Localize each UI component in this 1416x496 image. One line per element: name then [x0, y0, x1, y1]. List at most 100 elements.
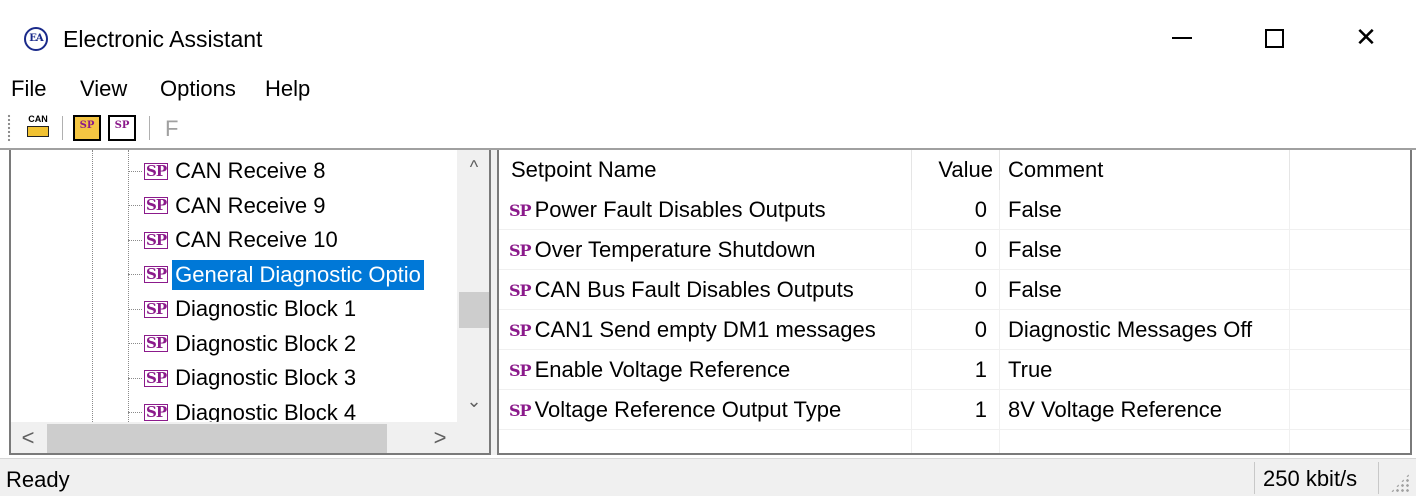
column-header-filler [1290, 150, 1410, 190]
column-header-value[interactable]: Value [912, 150, 1000, 190]
tree-item[interactable]: SP CAN Receive 9 [128, 189, 329, 223]
tree-item[interactable]: SP Diagnostic Block 3 [128, 361, 359, 395]
setpoint-row[interactable]: SP Voltage Reference Output Type 1 8V Volta… [499, 390, 1410, 430]
setpoint-icon: SP [509, 320, 532, 340]
menu-file[interactable]: File [11, 76, 46, 102]
setpoint-comment: 8V Voltage Reference [1000, 390, 1290, 430]
tree-item[interactable]: SP General Diagnostic Optio [128, 258, 424, 292]
tree-connector [128, 377, 142, 379]
tree-connector [128, 170, 142, 172]
setpoint-filler-cell [1290, 310, 1410, 350]
status-baud-rate: 250 kbit/s [1263, 466, 1358, 491]
setpoint-filler-cell [1290, 270, 1410, 310]
scrollbar-corner [457, 422, 489, 453]
close-button[interactable]: ✕ [1320, 0, 1412, 76]
can-device-icon [27, 126, 49, 137]
setpoint-name: Enable Voltage Reference [534, 357, 791, 382]
setpoint-icon: SP [509, 200, 532, 220]
setpoint-icon: SP [509, 400, 532, 420]
setpoint-group-icon: SP [144, 161, 169, 180]
scroll-up-arrow-icon[interactable]: ^ [457, 150, 489, 184]
tree-horizontal-scrollbar[interactable]: < > [11, 422, 457, 453]
setpoint-filler-cell [1290, 350, 1410, 390]
menu-bar: File View Options Help [0, 76, 1416, 106]
setpoint-group-icon: SP [144, 299, 169, 318]
menu-options[interactable]: Options [160, 76, 236, 102]
tree-vertical-scroll-thumb[interactable] [459, 292, 489, 328]
setpoint-value: 1 [912, 390, 1000, 430]
setpoint-comment: True [1000, 350, 1290, 390]
tree-item-label: Diagnostic Block 3 [175, 365, 357, 390]
setpoint-list[interactable]: Setpoint Name Value Comment SP Power Faul… [497, 150, 1412, 455]
setpoint-group-icon: SP [144, 230, 169, 249]
setpoint-value: 0 [912, 270, 1000, 310]
toolbar-grip[interactable] [7, 114, 11, 142]
setpoint-group-icon: SP [144, 196, 169, 214]
setpoint-name: Voltage Reference Output Type [534, 397, 842, 422]
setpoint-filler-cell [1290, 390, 1410, 430]
resize-grip-icon[interactable] [1390, 473, 1410, 493]
toolbar: CAN SP SP F [0, 108, 1416, 148]
menu-view[interactable]: View [80, 76, 127, 102]
setpoint-name-cell: SP Voltage Reference Output Type [499, 390, 912, 430]
tree-horizontal-scroll-thumb[interactable] [47, 424, 387, 453]
setpoint-group-icon: SP [144, 368, 169, 387]
status-divider [1254, 462, 1255, 494]
setpoint-name: CAN1 Send empty DM1 messages [534, 317, 876, 342]
tree-connector [128, 239, 142, 241]
scroll-left-arrow-icon[interactable]: < [11, 422, 45, 453]
setpoint-group-icon: SP [144, 265, 169, 283]
toolbar-separator [62, 116, 63, 140]
flash-button[interactable]: F [165, 116, 178, 142]
setpoint-value: 0 [912, 230, 1000, 270]
setpoint-icon: SP [509, 360, 532, 380]
tree-connector [128, 308, 142, 310]
tree-connector [128, 274, 142, 275]
setpoint-name-cell: SP CAN Bus Fault Disables Outputs [499, 270, 912, 310]
tree-item[interactable]: SP Diagnostic Block 2 [128, 327, 359, 361]
tree-content: SP CAN Receive 8 SP CAN Receive 9 SP CAN Rece… [11, 150, 459, 422]
setpoint-icon: SP [509, 280, 532, 300]
setpoint-row[interactable]: SP Enable Voltage Reference 1 True [499, 350, 1410, 390]
scroll-down-arrow-icon[interactable]: ⌄ [457, 384, 489, 418]
toolbar-separator [149, 116, 150, 140]
tree-vertical-scrollbar[interactable]: ^ ⌄ [457, 150, 489, 422]
setpoint-comment: False [1000, 230, 1290, 270]
setpoint-name-cell: SP CAN1 Send empty DM1 messages [499, 310, 912, 350]
minimize-button[interactable] [1136, 0, 1228, 76]
tree-item-label: General Diagnostic Optio [172, 259, 424, 290]
setpoint-row[interactable]: SP Over Temperature Shutdown 0 False [499, 230, 1410, 270]
setpoint-name-cell: SP Enable Voltage Reference [499, 350, 912, 390]
close-icon: ✕ [1355, 23, 1377, 53]
tree-item[interactable]: SP CAN Receive 8 [128, 154, 329, 188]
open-setpoints-button[interactable]: SP [73, 115, 101, 141]
tree-guide-line [92, 150, 93, 422]
tree-item[interactable]: SP CAN Receive 10 [128, 223, 341, 257]
setpoint-name-cell: SP Power Fault Disables Outputs [499, 190, 912, 230]
tree-item-label: Diagnostic Block 4 [175, 399, 357, 423]
maximize-button[interactable] [1228, 0, 1320, 76]
save-setpoints-button[interactable]: SP [108, 115, 136, 141]
setpoint-name: Power Fault Disables Outputs [534, 197, 826, 222]
tree-item[interactable]: SP Diagnostic Block 1 [128, 292, 359, 326]
tree-item-label: CAN Receive 8 [175, 158, 326, 183]
column-header-comment[interactable]: Comment [1000, 150, 1290, 190]
setpoint-filler-cell [1290, 190, 1410, 230]
scroll-right-arrow-icon[interactable]: > [423, 422, 457, 453]
setpoint-group-tree[interactable]: SP CAN Receive 8 SP CAN Receive 9 SP CAN Rece… [9, 150, 491, 455]
setpoint-row[interactable]: SP Power Fault Disables Outputs 0 False [499, 190, 1410, 230]
tree-item[interactable]: SP Diagnostic Block 4 [128, 396, 359, 423]
setpoint-value: 0 [912, 310, 1000, 350]
column-header-setpoint-name[interactable]: Setpoint Name [499, 150, 912, 190]
setpoint-row[interactable]: SP CAN Bus Fault Disables Outputs 0 False [499, 270, 1410, 310]
setpoint-name: CAN Bus Fault Disables Outputs [534, 277, 854, 302]
menu-help[interactable]: Help [265, 76, 310, 102]
title-bar[interactable]: EA Electronic Assistant ✕ [0, 0, 1416, 76]
setpoint-row[interactable]: SP CAN1 Send empty DM1 messages 0 Diagnosti… [499, 310, 1410, 350]
setpoint-group-icon: SP [144, 334, 169, 352]
minimize-icon [1172, 37, 1192, 39]
can-connect-button[interactable]: CAN [24, 115, 52, 141]
electronic-assistant-logo-icon: EA [24, 27, 48, 51]
setpoint-value: 1 [912, 350, 1000, 390]
status-divider [1378, 462, 1379, 494]
